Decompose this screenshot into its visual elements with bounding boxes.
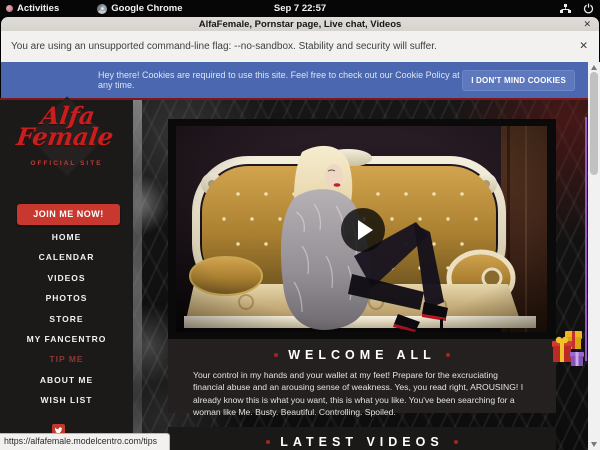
warning-close-icon[interactable]: ✕ (579, 31, 588, 62)
sidebar: Alfa Female OFFICIAL SITE JOIN ME NOW! H… (0, 100, 133, 450)
cookie-accept-button[interactable]: I DON'T MIND COOKIES (462, 70, 575, 91)
scrollbar-thumb[interactable] (590, 72, 598, 175)
latest-videos-card: LATEST VIDEOS (168, 427, 556, 450)
activities-icon (6, 5, 13, 12)
system-top-bar: Activities Google Chrome Sep 7 22:57 (0, 0, 600, 17)
sidebar-item-wish-list[interactable]: WISH LIST (0, 390, 133, 410)
sidebar-item-about-me[interactable]: ABOUT ME (0, 370, 133, 390)
welcome-card: WELCOME ALL Your control in my hands and… (168, 119, 556, 413)
network-icon[interactable] (560, 4, 571, 14)
welcome-title: WELCOME ALL (288, 348, 436, 362)
heading-dot-right (446, 353, 450, 357)
window-title: AlfaFemale, Pornstar page, Live chat, Vi… (199, 19, 402, 30)
welcome-body-text: Your control in my hands and your wallet… (193, 369, 531, 418)
warning-message: You are using an unsupported command-lin… (1, 41, 437, 52)
heading-dot-right (454, 440, 458, 444)
sidebar-item-calendar[interactable]: CALENDAR (0, 247, 133, 267)
play-button[interactable] (341, 208, 385, 252)
join-me-now-button[interactable]: JOIN ME NOW! (17, 204, 120, 225)
activities-label: Activities (17, 3, 59, 14)
sidebar-item-my-fancentro[interactable]: MY FANCENTRO (0, 329, 133, 349)
welcome-section: WELCOME ALL Your control in my hands and… (168, 339, 556, 413)
play-icon (358, 220, 373, 240)
scrollbar (588, 62, 600, 450)
app-name-label: Google Chrome (111, 3, 182, 14)
app-indicator[interactable]: Google Chrome (91, 0, 188, 17)
sidebar-item-tip-me[interactable]: TIP ME (0, 349, 133, 369)
cookie-message: Hey there! Cookies are required to use t… (98, 70, 462, 90)
screen: Activities Google Chrome Sep 7 22:57 Alf… (0, 0, 600, 450)
window-titlebar: AlfaFemale, Pornstar page, Live chat, Vi… (1, 17, 599, 31)
status-url-text: https://alfafemale.modelcentro.com/tips (4, 436, 157, 446)
tip-widget-edge (585, 117, 587, 361)
status-url-bubble: https://alfafemale.modelcentro.com/tips (0, 433, 170, 450)
site-logo[interactable]: Alfa Female (0, 104, 136, 148)
official-site-tagline: OFFICIAL SITE (0, 160, 133, 167)
sidebar-item-videos[interactable]: VIDEOS (0, 268, 133, 288)
sidebar-item-store[interactable]: STORE (0, 309, 133, 329)
chrome-warning-bar: You are using an unsupported command-lin… (1, 31, 599, 62)
sidebar-menu: HOME CALENDAR VIDEOS PHOTOS STORE MY FAN… (0, 227, 133, 411)
cookie-banner: Hey there! Cookies are required to use t… (1, 62, 588, 98)
video-player[interactable] (168, 119, 556, 339)
tab-close-icon[interactable]: ✕ (583, 17, 591, 31)
sidebar-item-home[interactable]: HOME (0, 227, 133, 247)
clock[interactable]: Sep 7 22:57 (274, 0, 326, 17)
activities-button[interactable]: Activities (0, 0, 65, 17)
sidebar-item-photos[interactable]: PHOTOS (0, 288, 133, 308)
web-page: Alfa Female OFFICIAL SITE JOIN ME NOW! H… (0, 98, 588, 450)
latest-videos-title: LATEST VIDEOS (280, 435, 443, 449)
power-icon[interactable] (583, 3, 594, 14)
heading-dot-left (274, 353, 278, 357)
background-highlight-seam (133, 100, 142, 450)
scrollbar-down-arrow[interactable] (588, 439, 600, 450)
gifts-widget-icon[interactable] (550, 328, 586, 372)
heading-dot-left (266, 440, 270, 444)
logo-line-2: Female (0, 126, 133, 148)
main-content: WELCOME ALL Your control in my hands and… (133, 100, 588, 450)
chrome-icon (97, 4, 107, 14)
